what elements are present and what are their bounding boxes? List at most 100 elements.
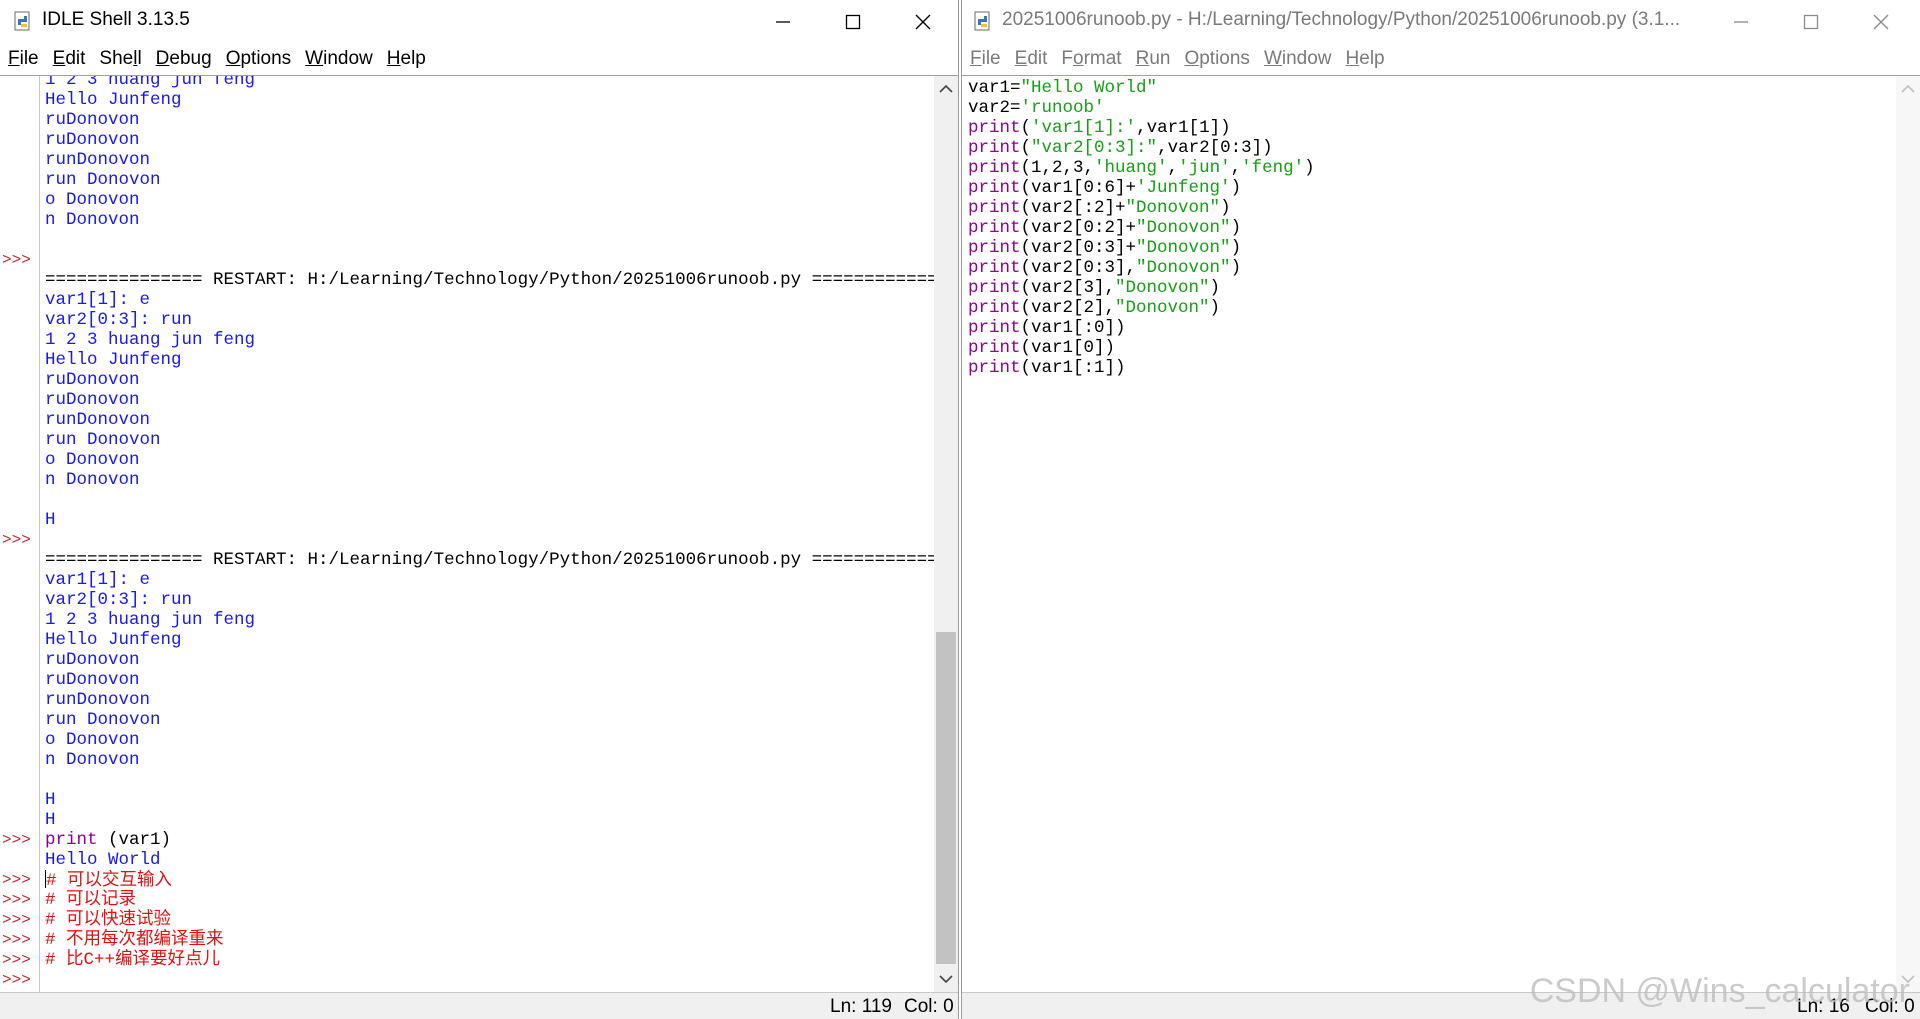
code-token: ,var1[1]) (1136, 118, 1231, 138)
status-col: Col: 0 (904, 996, 954, 1017)
code-token: (var2[0:3]+ (1020, 238, 1137, 258)
editor-maximize-button[interactable] (1776, 0, 1846, 44)
editor-scrollbar[interactable] (1896, 76, 1920, 992)
builtin-token: print (968, 238, 1021, 258)
shell-line: # 不用每次都编译重来 (45, 930, 224, 950)
editor-text-area[interactable]: var1="Hello World" var2='runoob' print('va… (962, 75, 1920, 992)
shell-line-text: H (45, 510, 56, 530)
shell-line: Hello World (45, 850, 161, 870)
code-token: ( (1020, 138, 1032, 158)
shell-scrollbar[interactable] (934, 76, 958, 992)
string-token: 'jun' (1178, 158, 1231, 178)
code-token: ) (1209, 278, 1221, 298)
shell-line: var2[0:3]: run (45, 310, 192, 330)
string-token: 'var1[1]:' (1031, 118, 1137, 138)
code-token: (var1[0:6]+ (1020, 178, 1137, 198)
close-button[interactable] (888, 0, 958, 44)
shell-line-text: =============== RESTART: H:/Learning/Tec… (45, 270, 958, 290)
editor-scroll-up-button[interactable] (1896, 78, 1920, 100)
minimize-button[interactable] (748, 0, 818, 44)
editor-menu-format[interactable]: Format (1061, 48, 1121, 70)
string-token: "Hello World" (1020, 78, 1158, 98)
editor-menu-window[interactable]: Window (1264, 48, 1332, 70)
shell-line-text: 1 2 3 huang jun feng (45, 330, 256, 350)
code-token: (var1[:0]) (1020, 318, 1126, 338)
chevron-up-icon (939, 84, 953, 93)
shell-line-text: 1 2 3 huang jun feng (45, 75, 256, 90)
shell-line-text: var1[1]: e (45, 290, 151, 310)
shell-prompt: >>> (2, 951, 31, 969)
menu-shell[interactable]: Shell (99, 48, 141, 70)
code-token: , (1167, 158, 1179, 178)
shell-line: Hello Junfeng (45, 350, 182, 370)
maximize-button[interactable] (818, 0, 888, 44)
editor-line: print(var1[:1]) (968, 358, 1126, 378)
editor-titlebar[interactable]: 20251006runoob.py - H:/Learning/Technolo… (962, 0, 1920, 44)
editor-menu-options[interactable]: Options (1184, 48, 1249, 70)
code-token: ) (1209, 298, 1221, 318)
shell-line: var1[1]: e (45, 290, 150, 310)
menu-window[interactable]: Window (305, 48, 373, 70)
shell-line: ruDonovon (45, 130, 140, 150)
code-token: (1,2,3, (1020, 158, 1095, 178)
shell-line-text: Hello Junfeng (45, 630, 182, 650)
shell-line: runDonovon (45, 150, 150, 170)
shell-line-text: n Donovon (45, 470, 140, 490)
editor-line: print(var1[:0]) (968, 318, 1126, 338)
scroll-up-button[interactable] (934, 78, 958, 100)
watermark: CSDN @Wins_calculator (1529, 972, 1910, 1010)
shell-titlebar[interactable]: IDLE Shell 3.13.5 (0, 0, 958, 44)
builtin-token: print (968, 178, 1021, 198)
editor-minimize-button[interactable] (1706, 0, 1776, 44)
menu-help[interactable]: Help (387, 48, 426, 70)
shell-line: # 可以交互输入 (45, 870, 173, 891)
shell-line-text: ruDonovon (45, 110, 140, 130)
menu-file[interactable]: File (8, 48, 39, 70)
shell-line-text: # 可以记录 (45, 890, 137, 910)
shell-line-text: run Donovon (45, 710, 161, 730)
shell-text-area[interactable]: >>> >>> >>> >>> >>> >>> >>> >>> >>> 1 2 3 huang … (0, 75, 958, 992)
shell-line-text: # 比C++编译要好点儿 (45, 950, 221, 970)
shell-line-text: ruDonovon (45, 390, 140, 410)
shell-line-text: # 可以交互输入 (46, 871, 173, 891)
shell-line-text: var1[1]: e (45, 570, 151, 590)
shell-line-text: runDonovon (45, 150, 151, 170)
menu-debug[interactable]: Debug (156, 48, 212, 70)
chevron-up-icon (1901, 84, 1915, 93)
string-token: 'runoob' (1020, 98, 1105, 118)
string-token: "Donovon" (1125, 198, 1221, 218)
shell-line: n Donovon (45, 210, 140, 230)
menu-options[interactable]: Options (226, 48, 291, 70)
shell-line: ruDonovon (45, 670, 140, 690)
shell-line-text: o Donovon (45, 190, 140, 210)
editor-menu-run[interactable]: Run (1136, 48, 1171, 70)
editor-line: print(var2[0:3]+"Donovon") (968, 238, 1241, 258)
scroll-down-button[interactable] (934, 968, 958, 990)
shell-line: Hello Junfeng (45, 630, 182, 650)
editor-menu-file[interactable]: File (970, 48, 1001, 70)
shell-line: 1 2 3 huang jun feng (45, 610, 255, 630)
string-token: 'feng' (1241, 158, 1305, 178)
builtin-token: print (968, 278, 1021, 298)
editor-window: 20251006runoob.py - H:/Learning/Technolo… (961, 0, 1920, 1019)
editor-close-button[interactable] (1846, 0, 1916, 44)
editor-title: 20251006runoob.py - H:/Learning/Technolo… (1002, 9, 1681, 30)
shell-line: run Donovon (45, 170, 161, 190)
shell-line-text: # 可以快速试验 (45, 910, 172, 930)
editor-menu-edit[interactable]: Edit (1015, 48, 1048, 70)
shell-line-text: runDonovon (45, 690, 151, 710)
python-file-icon (974, 11, 990, 31)
editor-menu-help[interactable]: Help (1346, 48, 1385, 70)
shell-prompt: >>> (2, 871, 31, 889)
scroll-thumb[interactable] (936, 632, 956, 964)
shell-prompt: >>> (2, 931, 31, 949)
close-icon (915, 14, 931, 30)
shell-line-text: var2[0:3]: run (45, 310, 193, 330)
shell-line: var1[1]: e (45, 570, 150, 590)
editor-menubar: File Edit Format Run Options Window Help (962, 44, 1920, 74)
menu-edit[interactable]: Edit (53, 48, 86, 70)
string-token: "Donovon" (1115, 278, 1210, 298)
builtin-token: print (968, 338, 1021, 358)
shell-line-text: n Donovon (45, 750, 140, 770)
shell-prompt: >>> (2, 531, 31, 549)
